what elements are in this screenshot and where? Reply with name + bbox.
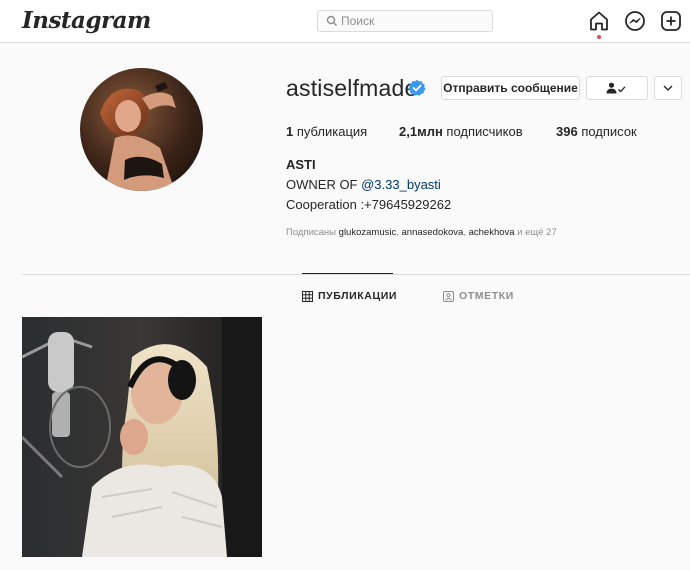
messenger-icon[interactable] <box>623 9 647 33</box>
bio-line-owner: OWNER OF @3.33_byasti <box>286 177 441 192</box>
notification-dot <box>597 35 601 39</box>
post-photo <box>22 317 262 557</box>
chevron-down-icon <box>663 85 673 91</box>
profile-username: astiselfmade <box>286 75 418 101</box>
grid-icon <box>302 290 313 302</box>
tagged-user-icon <box>443 290 454 302</box>
instagram-logo[interactable]: Instagram <box>22 7 151 34</box>
followed-by-name: annasedokova <box>401 227 464 238</box>
profile-avatar[interactable] <box>80 68 203 191</box>
bio-mention-link[interactable]: @3.33_byasti <box>361 177 441 192</box>
send-message-button[interactable]: Отправить сообщение <box>441 76 580 100</box>
tabs-divider <box>22 274 690 275</box>
active-tab-indicator <box>302 273 393 274</box>
user-check-icon <box>606 82 626 94</box>
profile-full-name: ASTI <box>286 157 316 172</box>
new-post-icon[interactable] <box>659 9 683 33</box>
verified-badge-icon <box>408 79 426 96</box>
followed-by-name: glukozamusic <box>338 227 397 238</box>
followed-by-name: achekhova <box>468 227 515 238</box>
avatar-photo <box>80 68 203 191</box>
post-thumbnail[interactable] <box>22 317 262 557</box>
bio-line-cooperation: Cooperation :+79645929262 <box>286 197 452 212</box>
tab-tagged[interactable]: ОТМЕТКИ <box>443 290 514 302</box>
search-placeholder: Поиск <box>341 14 375 28</box>
more-options-button[interactable] <box>654 76 682 100</box>
search-icon <box>326 15 337 26</box>
home-icon[interactable] <box>587 9 611 33</box>
following-status-button[interactable] <box>586 76 648 100</box>
following-count[interactable]: 396 подписок <box>556 124 637 139</box>
posts-count[interactable]: 1 публикация <box>286 124 367 139</box>
followers-count[interactable]: 2,1млн подписчиков <box>399 124 523 139</box>
top-navigation-bar: Instagram Поиск <box>0 0 690 43</box>
search-input[interactable]: Поиск <box>317 10 493 32</box>
tab-publications[interactable]: ПУБЛИКАЦИИ <box>302 290 397 302</box>
followed-by-text[interactable]: Подписаны glukozamusic, annasedokova, ac… <box>286 227 557 238</box>
